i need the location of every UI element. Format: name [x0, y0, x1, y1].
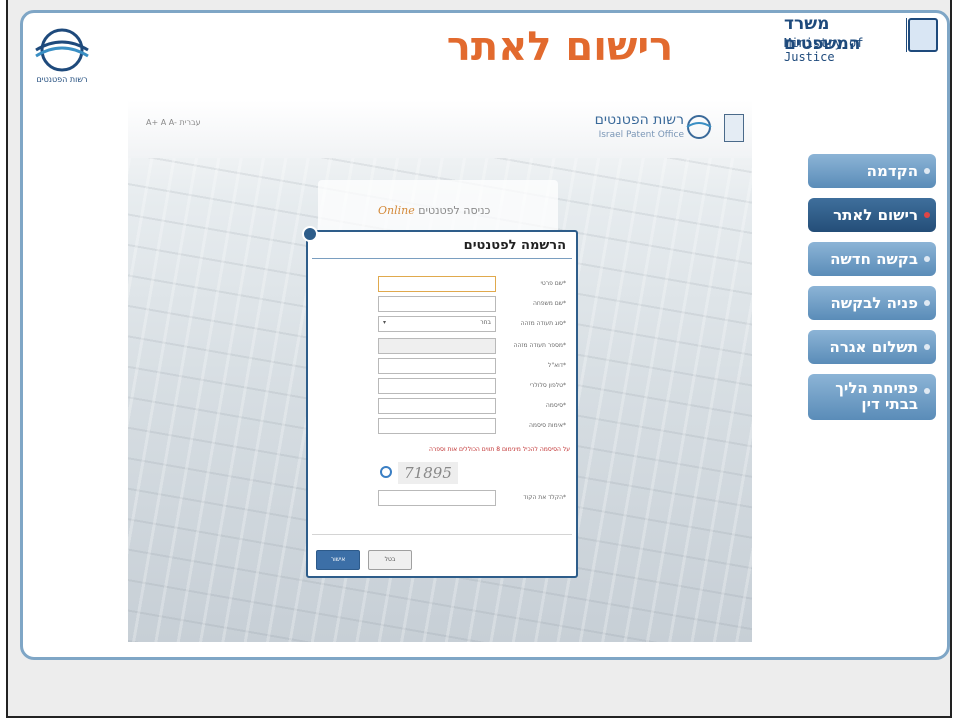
field-label: הקלד את הקוד*	[494, 494, 566, 501]
online-brand: Online	[378, 204, 415, 217]
nav-label: רישום לאתר	[833, 206, 918, 224]
patent-office-logo: רשות הפטנטים	[22, 24, 102, 88]
email-input[interactable]	[378, 358, 496, 374]
nav-item-intro[interactable]: הקדמה	[808, 154, 936, 188]
captcha-input[interactable]	[378, 490, 496, 506]
refresh-icon[interactable]	[380, 466, 392, 478]
password-note: על הסיסמה להכיל מינימום 8 תווים הכוללים …	[429, 446, 570, 453]
field-label: סיסמה*	[494, 402, 566, 409]
select-value: בחר	[480, 319, 491, 326]
page-title: רישום לאתר	[430, 24, 690, 70]
id-type-select[interactable]: בחר ▾	[378, 316, 496, 332]
first-name-input[interactable]	[378, 276, 496, 292]
field-label: דוא"ל*	[494, 362, 566, 369]
field-label: סוג תעודה מזהה*	[494, 320, 566, 327]
cancel-button[interactable]: בטל	[368, 550, 412, 570]
divider	[312, 534, 572, 535]
nav-item-new-application[interactable]: בקשה חדשה	[808, 242, 936, 276]
captcha-image: 71895	[398, 462, 458, 484]
mobile-phone-input[interactable]	[378, 378, 496, 394]
id-number-input[interactable]	[378, 338, 496, 354]
bullet-icon	[924, 344, 930, 350]
accessibility-links[interactable]: A+ A A- עברית	[146, 118, 201, 127]
nav-label: הקדמה	[867, 162, 918, 180]
org-name-en: Israel Patent Office	[599, 130, 684, 140]
nav-label: בקשה חדשה	[830, 250, 918, 268]
divider	[906, 18, 907, 52]
confirm-button[interactable]: אישור	[316, 550, 360, 570]
org-name-he: רשות הפטנטים	[595, 112, 684, 128]
nav-item-fee-payment[interactable]: תשלום אגרה	[808, 330, 936, 364]
bullet-icon	[924, 168, 930, 174]
ministry-name-en: Ministry of Justice	[784, 36, 902, 64]
chevron-down-icon: ▾	[383, 319, 386, 326]
nav-item-site-registration[interactable]: רישום לאתר	[808, 198, 936, 232]
logo-caption: רשות הפטנטים	[36, 75, 87, 84]
online-login-label: Online כניסה לפטנטים	[378, 204, 490, 217]
bullet-icon	[924, 300, 930, 306]
bullet-icon	[924, 212, 930, 218]
field-label: שם משפחה*	[494, 300, 566, 307]
online-text: כניסה לפטנטים	[418, 204, 490, 217]
bullet-icon	[924, 388, 930, 394]
field-label: אימות סיסמה*	[494, 422, 566, 429]
registration-dialog: הרשמה לפטנטים שם פרטי* שם משפחה* בחר ▾ ס…	[306, 230, 578, 578]
state-emblem-small-icon	[724, 114, 744, 142]
password-input[interactable]	[378, 398, 496, 414]
nav-item-application-request[interactable]: פניה לבקשה	[808, 286, 936, 320]
nav-label: פניה לבקשה	[830, 294, 918, 312]
field-label: מספר תעודה מזהה*	[494, 342, 566, 349]
ministry-header: משרד המשפטים Ministry of Justice	[784, 8, 944, 64]
state-emblem-icon	[908, 18, 938, 52]
last-name-input[interactable]	[378, 296, 496, 312]
field-label: טלפון סלולרי*	[494, 382, 566, 389]
nav-label: פתיחת הליך בבתי דין	[835, 379, 918, 413]
nav-item-court-proceedings[interactable]: פתיחת הליך בבתי דין	[808, 374, 936, 420]
divider	[312, 258, 572, 259]
bullet-icon	[924, 256, 930, 262]
dialog-title: הרשמה לפטנטים	[464, 238, 566, 253]
field-label: שם פרטי*	[494, 280, 566, 287]
nav-label: תשלום אגרה	[830, 338, 918, 356]
confirm-password-input[interactable]	[378, 418, 496, 434]
patent-office-header: רשות הפטנטים Israel Patent Office	[548, 110, 748, 154]
close-icon[interactable]	[302, 226, 318, 242]
patent-office-small-logo	[684, 114, 714, 140]
